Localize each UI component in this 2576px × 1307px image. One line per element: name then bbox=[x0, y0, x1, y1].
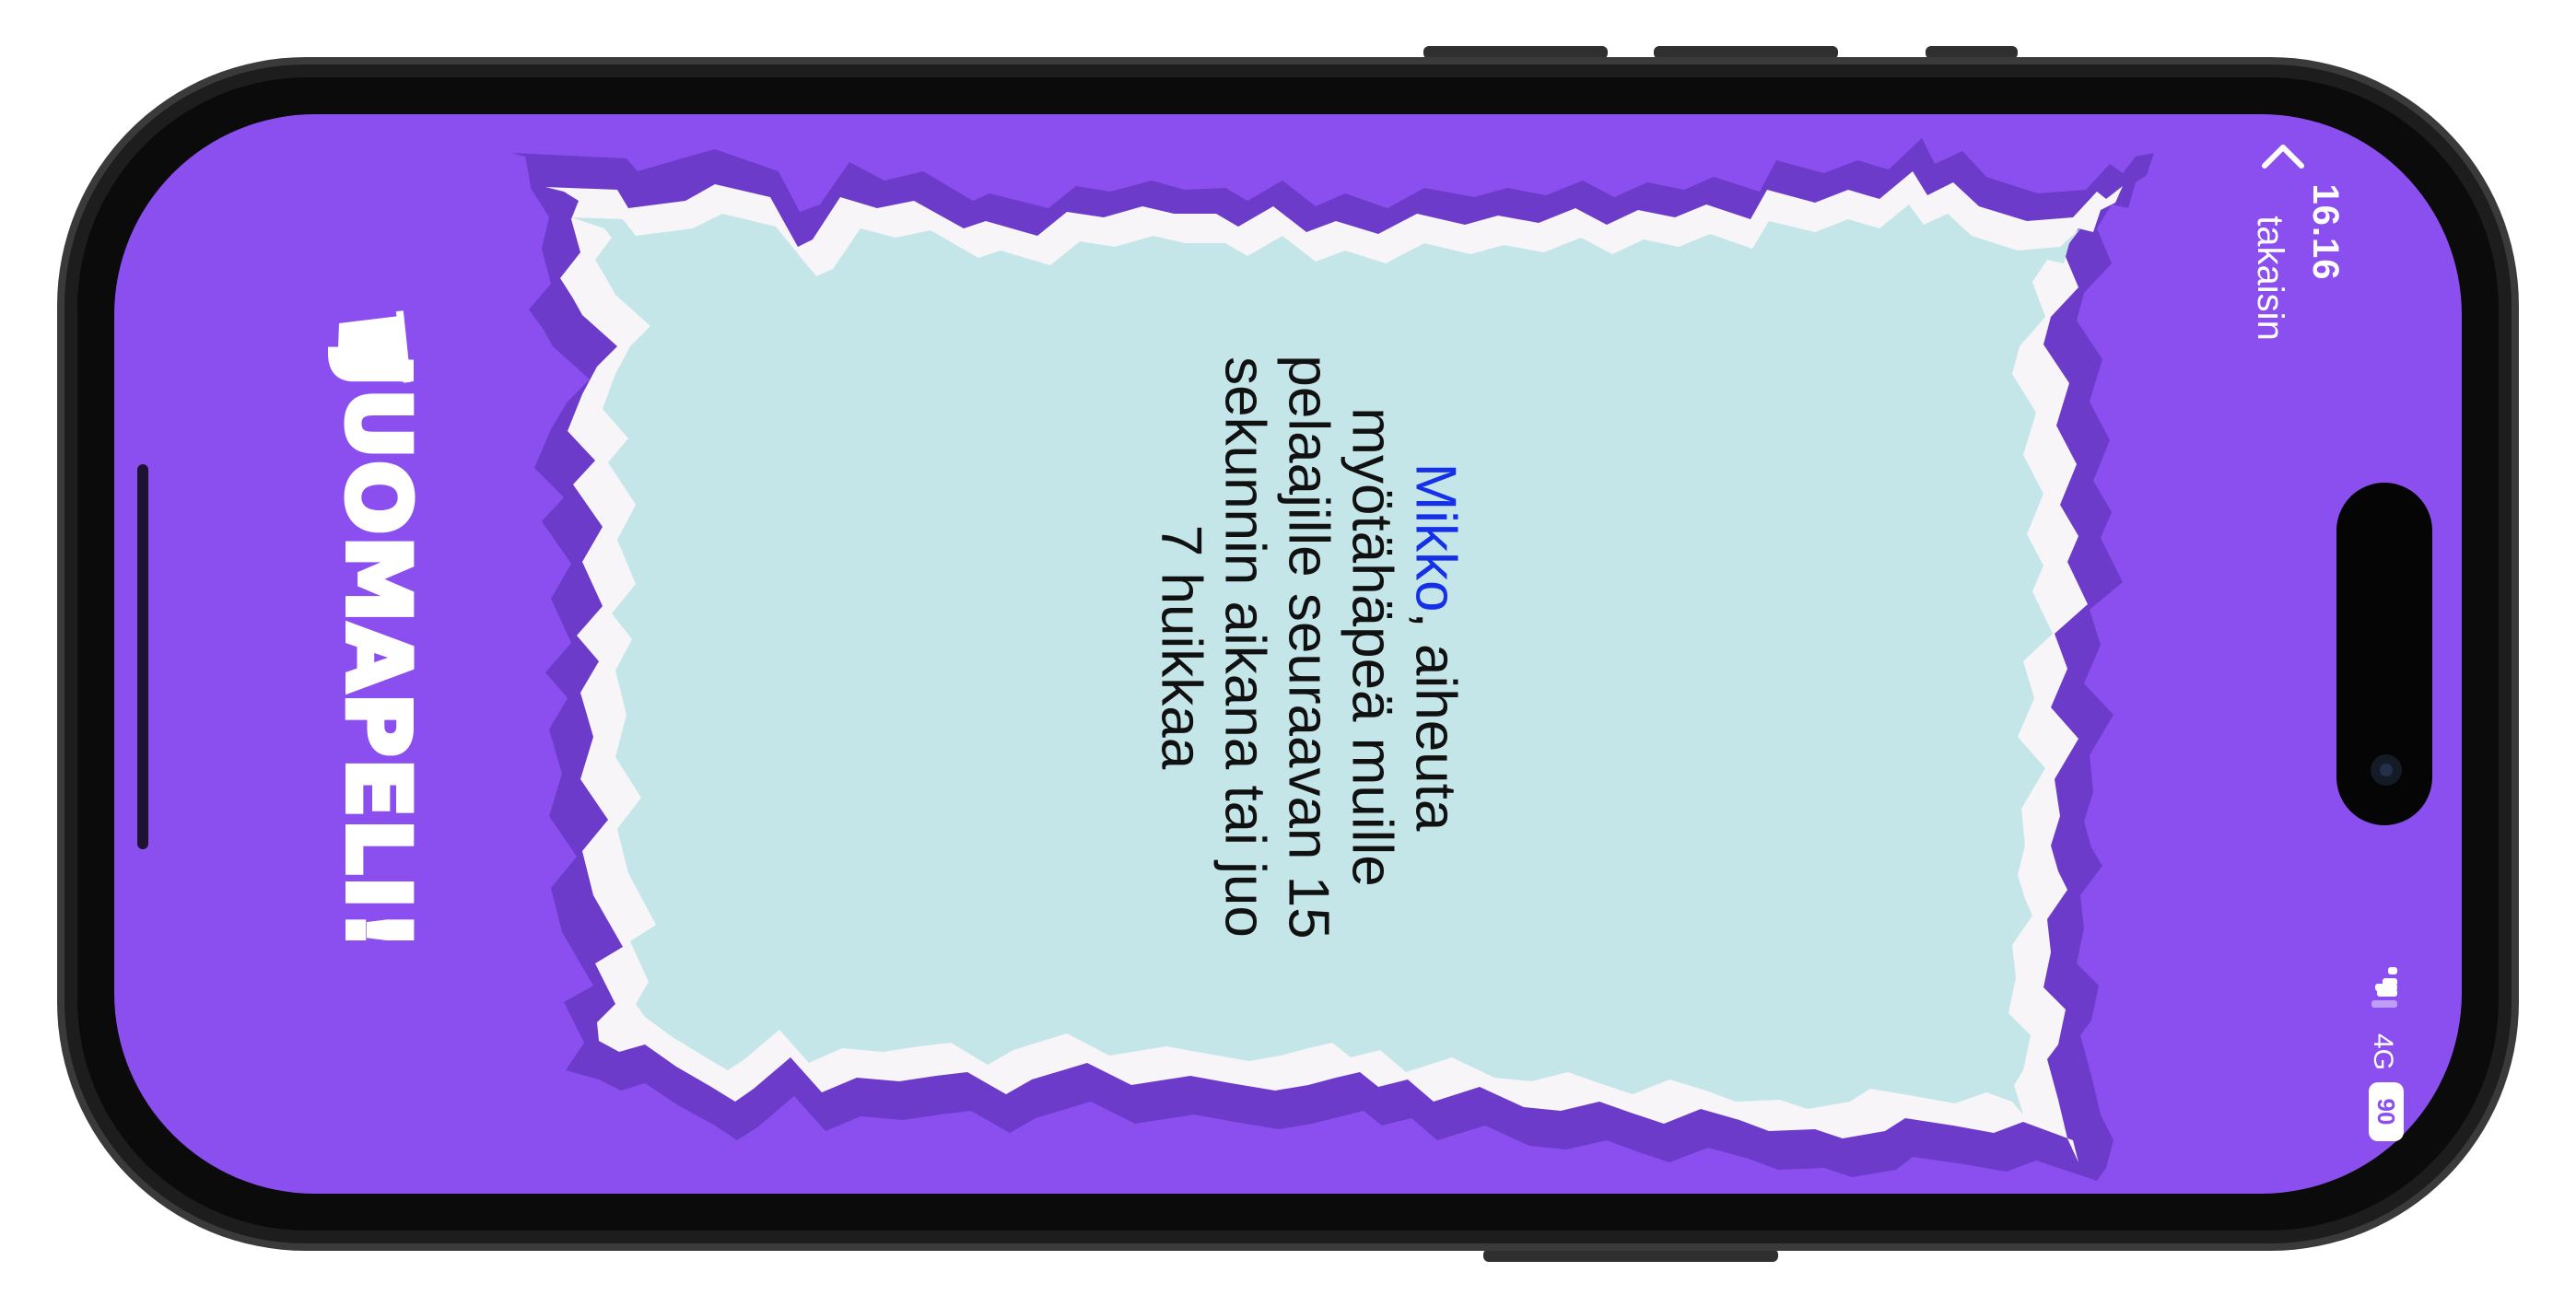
action-button bbox=[1926, 46, 2018, 59]
battery-icon: 90 bbox=[2369, 1082, 2404, 1141]
challenge-line-4: sekunnin aikana tai juo bbox=[1212, 356, 1277, 938]
power-button bbox=[1483, 1249, 1778, 1262]
challenge-line-5: 7 huikkaa bbox=[1149, 524, 1213, 770]
network-label: 4G bbox=[2368, 1033, 2398, 1071]
back-label[interactable]: takaisin bbox=[2247, 195, 2293, 361]
volume-button bbox=[1654, 46, 1838, 59]
player-name: Mikko bbox=[1403, 462, 1468, 613]
challenge-line-1: Mikko, aiheuta bbox=[1404, 150, 1468, 1145]
challenge-line-2: myötähäpeä muille bbox=[1340, 407, 1404, 887]
home-indicator bbox=[137, 464, 148, 849]
logo-wordmark: JUOMAPELI! bbox=[327, 349, 427, 951]
challenge-text: Mikko, aiheuta myötähäpeä muille pelaaji… bbox=[1150, 150, 1468, 1145]
device-screen: JUOMAPELI! 16.16 takaisin 4G 90 Mikko, a… bbox=[0, 0, 2576, 1307]
logo: JUOMAPELI! bbox=[324, 310, 430, 954]
challenge-line-1-text: , aiheuta bbox=[1403, 612, 1468, 832]
volume-button bbox=[1423, 46, 1608, 59]
challenge-line-3: pelaajille seuraavan 15 bbox=[1276, 355, 1341, 939]
